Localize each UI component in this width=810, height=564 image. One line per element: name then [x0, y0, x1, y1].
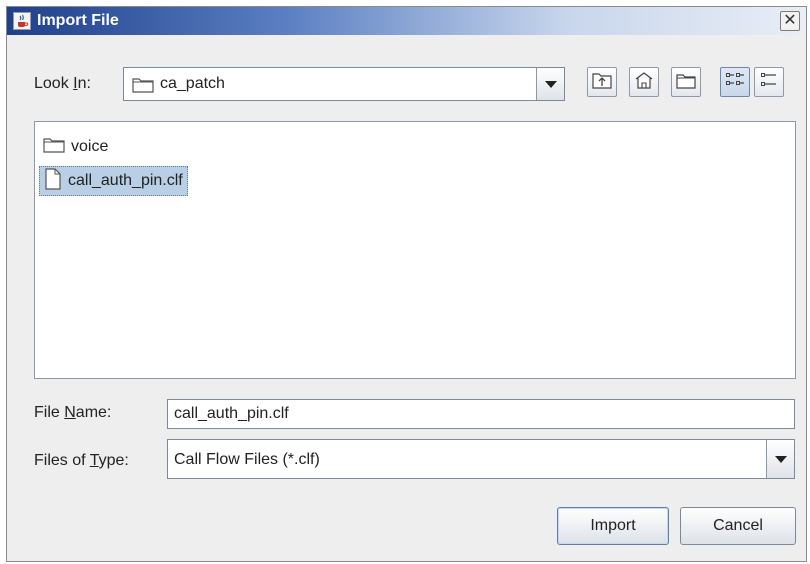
- details-view-icon: [759, 71, 779, 94]
- look-in-arrow[interactable]: [536, 68, 564, 100]
- java-cup-icon: [13, 12, 31, 30]
- list-item-label: voice: [71, 138, 109, 155]
- title-bar[interactable]: Import File ✕: [7, 7, 806, 35]
- look-in-value: ca_patch: [160, 75, 225, 92]
- look-in-dropdown[interactable]: ca_patch: [123, 67, 565, 101]
- import-button[interactable]: Import: [557, 507, 669, 545]
- file-type-value: Call Flow Files (*.clf): [174, 451, 320, 468]
- home-icon: [634, 71, 654, 94]
- list-view-icon: [725, 71, 745, 94]
- close-button[interactable]: ✕: [780, 11, 800, 31]
- file-icon: [44, 167, 62, 195]
- file-type-dropdown[interactable]: Call Flow Files (*.clf): [167, 439, 795, 479]
- details-view-button[interactable]: [754, 67, 784, 97]
- file-name-label: File Name:: [34, 404, 112, 421]
- folder-icon: [132, 76, 154, 98]
- chevron-down-icon: [544, 80, 557, 88]
- look-in-label: Look In:: [34, 75, 91, 92]
- list-item-folder[interactable]: voice: [39, 132, 112, 162]
- new-folder-button[interactable]: [671, 67, 701, 97]
- list-item-label: call_auth_pin.clf: [68, 172, 183, 189]
- file-type-arrow[interactable]: [766, 440, 794, 478]
- window-title: Import File: [37, 12, 119, 29]
- up-one-level-icon: [592, 71, 612, 94]
- cancel-button[interactable]: Cancel: [680, 507, 796, 545]
- new-folder-icon: [676, 71, 696, 94]
- list-view-button[interactable]: [720, 67, 750, 97]
- folder-icon: [43, 136, 65, 158]
- up-one-level-button[interactable]: [587, 67, 617, 97]
- file-name-input[interactable]: [167, 399, 795, 429]
- file-type-label: Files of Type:: [34, 452, 129, 469]
- file-list[interactable]: voice call_auth_pin.clf: [34, 121, 796, 379]
- chevron-down-icon: [774, 455, 787, 463]
- list-item-file[interactable]: call_auth_pin.clf: [39, 166, 188, 196]
- import-file-dialog: Import File ✕ Look In: ca_patch voice ca…: [6, 6, 807, 562]
- home-button[interactable]: [629, 67, 659, 97]
